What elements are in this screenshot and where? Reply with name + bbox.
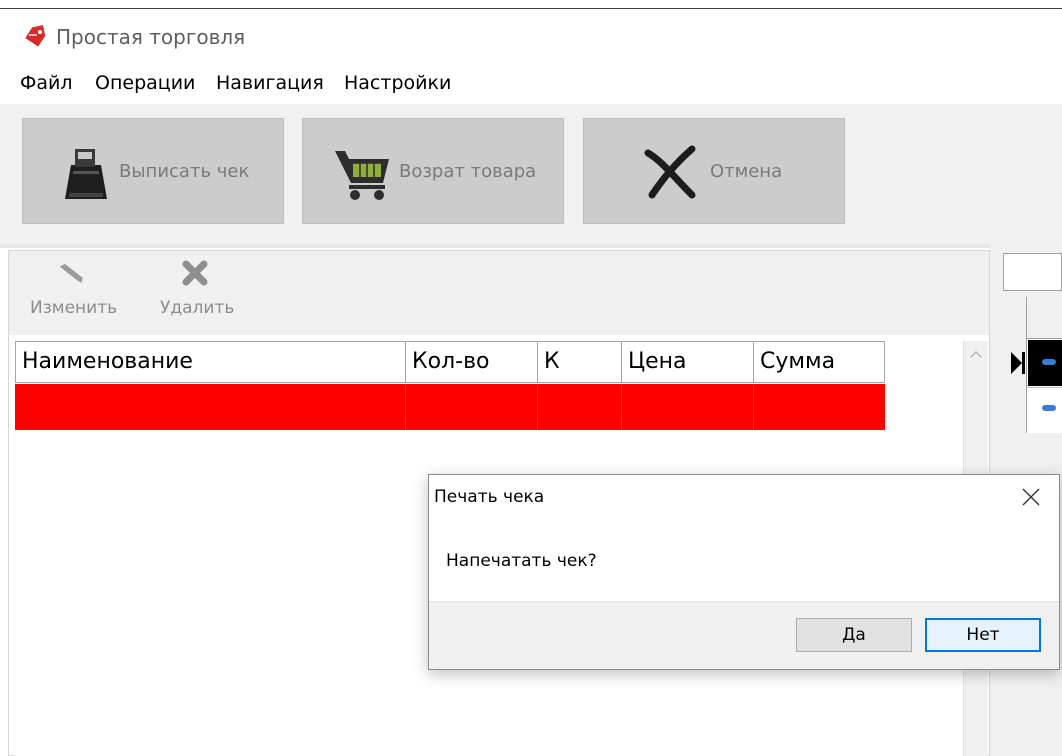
cancel-label: Отмена bbox=[710, 161, 783, 182]
column-header-sum[interactable]: Сумма bbox=[754, 341, 885, 383]
column-header-price[interactable]: Цена bbox=[622, 341, 754, 383]
menu-settings[interactable]: Настройки bbox=[344, 72, 451, 94]
shopping-cart-icon bbox=[335, 151, 389, 200]
column-header-name[interactable]: Наименование bbox=[15, 341, 406, 383]
edit-button[interactable]: Изменить bbox=[30, 258, 130, 324]
delete-button[interactable]: Удалить bbox=[160, 258, 250, 324]
delete-x-icon bbox=[182, 260, 208, 286]
scroll-up-icon[interactable] bbox=[970, 349, 982, 359]
minus-icon bbox=[1042, 405, 1056, 411]
edit-label: Изменить bbox=[30, 298, 118, 318]
row-pointer-bar bbox=[1022, 352, 1025, 374]
issue-receipt-label: Выписать чек bbox=[119, 161, 250, 182]
toolbar-separator bbox=[0, 244, 1062, 248]
return-goods-label: Возрат товара bbox=[399, 161, 537, 182]
menu-operations[interactable]: Операции bbox=[95, 72, 195, 94]
yes-button[interactable]: Да bbox=[796, 618, 912, 652]
table-row-cell-price[interactable] bbox=[622, 384, 754, 430]
right-grid-selected-row[interactable] bbox=[1028, 340, 1062, 386]
dialog-message: Напечатать чек? bbox=[446, 551, 597, 571]
cancel-button[interactable]: Отмена bbox=[583, 118, 845, 224]
cancel-x-icon bbox=[644, 145, 696, 199]
dialog-title: Печать чека bbox=[434, 487, 545, 507]
delete-label: Удалить bbox=[160, 298, 235, 318]
right-grid-row[interactable] bbox=[1028, 387, 1062, 431]
row-pointer-icon bbox=[1011, 352, 1022, 374]
cash-register-icon bbox=[65, 149, 107, 199]
close-icon[interactable] bbox=[1018, 484, 1044, 510]
column-header-quantity[interactable]: Кол-во bbox=[406, 341, 538, 383]
minus-icon bbox=[1042, 359, 1056, 365]
menu-file[interactable]: Файл bbox=[20, 72, 73, 94]
window-title: Простая торговля bbox=[56, 25, 246, 49]
table-row-cell-quantity[interactable] bbox=[406, 384, 538, 430]
table-row-cell-k[interactable] bbox=[538, 384, 622, 430]
table-row-cell-name[interactable] bbox=[15, 384, 406, 430]
column-header-k[interactable]: К bbox=[538, 341, 622, 383]
issue-receipt-button[interactable]: Выписать чек bbox=[22, 118, 284, 224]
right-search-input[interactable] bbox=[1003, 253, 1062, 291]
receipt-toolbar bbox=[9, 251, 989, 335]
no-button[interactable]: Нет bbox=[925, 618, 1041, 652]
price-tag-icon bbox=[25, 25, 46, 47]
return-goods-button[interactable]: Возрат товара bbox=[302, 118, 564, 224]
table-row-cell-sum[interactable] bbox=[754, 384, 885, 430]
menu-navigation[interactable]: Навигация bbox=[216, 72, 324, 94]
pencil-icon bbox=[60, 263, 83, 283]
